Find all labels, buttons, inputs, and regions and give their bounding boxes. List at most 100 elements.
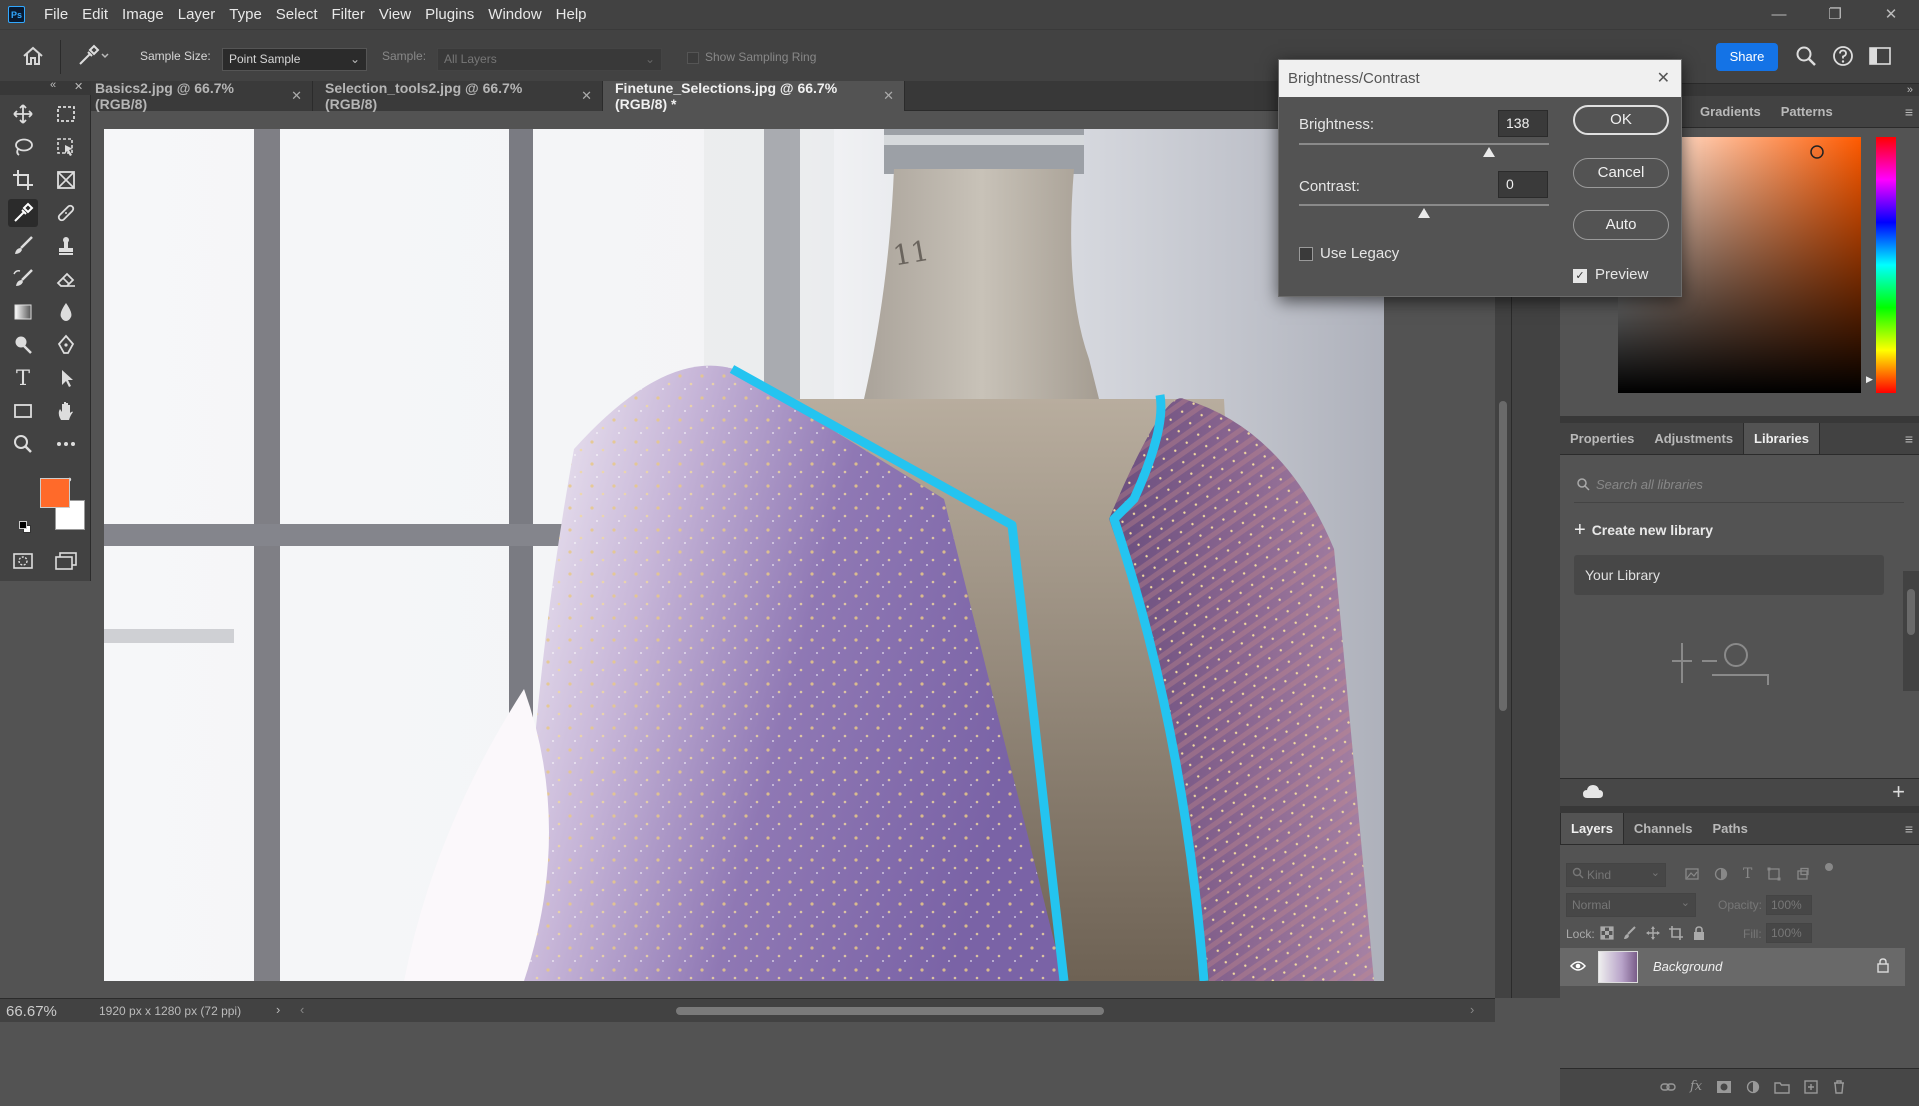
- library-search[interactable]: Search all libraries: [1574, 467, 1904, 503]
- tab-channels[interactable]: Channels: [1624, 813, 1703, 844]
- layer-filter-kind-select[interactable]: Kind ⌄: [1566, 863, 1666, 887]
- tab-selection-tools2[interactable]: Selection_tools2.jpg @ 66.7% (RGB/8) ✕: [313, 80, 603, 112]
- lock-position-icon[interactable]: [1646, 926, 1660, 943]
- path-selection-tool-icon[interactable]: [51, 364, 81, 392]
- pen-tool-icon[interactable]: [51, 331, 81, 359]
- delete-layer-icon[interactable]: [1832, 1080, 1846, 1097]
- horizontal-scrollbar-thumb[interactable]: [676, 1007, 1104, 1015]
- libraries-scrollbar[interactable]: [1903, 571, 1919, 691]
- marquee-tool-icon[interactable]: [51, 100, 81, 128]
- ok-button[interactable]: OK: [1573, 105, 1669, 135]
- new-group-icon[interactable]: [1774, 1080, 1790, 1097]
- document-canvas[interactable]: 11: [104, 129, 1384, 981]
- tab-libraries[interactable]: Libraries: [1743, 423, 1820, 454]
- show-sampling-ring-checkbox[interactable]: [687, 52, 699, 64]
- workspace-icon[interactable]: [1869, 46, 1891, 69]
- home-icon[interactable]: [22, 46, 44, 69]
- menu-edit[interactable]: Edit: [75, 0, 115, 29]
- layer-row-background[interactable]: Background: [1560, 948, 1905, 986]
- create-new-library-button[interactable]: + Create new library: [1574, 520, 1713, 540]
- object-selection-tool-icon[interactable]: [51, 133, 81, 161]
- tab-gradients[interactable]: Gradients: [1690, 96, 1771, 127]
- close-tab-icon[interactable]: ✕: [291, 88, 302, 104]
- close-tab-icon[interactable]: ✕: [883, 88, 894, 104]
- tab-finetune-selections[interactable]: Finetune_Selections.jpg @ 66.7% (RGB/8) …: [603, 80, 905, 112]
- filter-adjustment-icon[interactable]: [1714, 867, 1728, 884]
- fx-icon[interactable]: fx: [1690, 1080, 1702, 1097]
- tab-layers[interactable]: Layers: [1560, 813, 1624, 844]
- new-layer-icon[interactable]: [1804, 1080, 1818, 1097]
- scroll-left-icon[interactable]: ‹: [300, 1002, 304, 1017]
- eyedropper-tool-preset-icon[interactable]: [76, 44, 110, 71]
- tab-basics2[interactable]: Basics2.jpg @ 66.7% (RGB/8) ✕: [91, 80, 313, 112]
- zoom-tool-icon[interactable]: [8, 430, 38, 458]
- menu-window[interactable]: Window: [481, 0, 548, 29]
- brightness-slider-thumb[interactable]: [1483, 147, 1495, 157]
- link-layers-icon[interactable]: [1660, 1080, 1676, 1097]
- share-button[interactable]: Share: [1716, 43, 1778, 71]
- clone-stamp-tool-icon[interactable]: [51, 232, 81, 260]
- contrast-input[interactable]: 0: [1498, 171, 1548, 198]
- menu-help[interactable]: Help: [549, 0, 594, 29]
- library-item[interactable]: Your Library: [1574, 555, 1884, 595]
- dodge-tool-icon[interactable]: [8, 331, 38, 359]
- auto-button[interactable]: Auto: [1573, 210, 1669, 240]
- menu-layer[interactable]: Layer: [171, 0, 223, 29]
- visibility-eye-icon[interactable]: [1570, 959, 1586, 976]
- zoom-level[interactable]: 66.67%: [6, 1003, 57, 1020]
- search-icon[interactable]: [1795, 45, 1817, 70]
- menu-select[interactable]: Select: [269, 0, 325, 29]
- eraser-tool-icon[interactable]: [51, 265, 81, 293]
- opacity-input[interactable]: 100%: [1766, 895, 1812, 915]
- hand-tool-icon[interactable]: [51, 397, 81, 425]
- sample-select[interactable]: All Layers ⌄: [437, 48, 662, 71]
- panel-menu-icon[interactable]: ≡: [1905, 104, 1913, 120]
- blend-mode-select[interactable]: Normal ⌄: [1566, 893, 1696, 917]
- filter-pixel-icon[interactable]: [1685, 867, 1699, 884]
- crop-tool-icon[interactable]: [8, 166, 38, 194]
- menu-filter[interactable]: Filter: [325, 0, 372, 29]
- fill-input[interactable]: 100%: [1766, 923, 1812, 943]
- more-tools-icon[interactable]: [51, 430, 81, 458]
- screen-mode-icon[interactable]: [54, 551, 78, 574]
- lock-image-pixels-icon[interactable]: [1623, 926, 1637, 943]
- tab-adjustments[interactable]: Adjustments: [1644, 423, 1743, 454]
- menu-plugins[interactable]: Plugins: [418, 0, 481, 29]
- rectangle-tool-icon[interactable]: [8, 397, 38, 425]
- filter-type-icon[interactable]: T: [1743, 867, 1752, 884]
- add-element-icon[interactable]: +: [1892, 779, 1905, 805]
- use-legacy-checkbox[interactable]: [1299, 247, 1313, 261]
- libraries-scrollbar-thumb[interactable]: [1907, 589, 1915, 635]
- default-colors-icon[interactable]: [19, 521, 31, 533]
- contrast-slider-thumb[interactable]: [1418, 208, 1430, 218]
- scrollbar-thumb[interactable]: [1499, 401, 1507, 711]
- menu-type[interactable]: Type: [222, 0, 269, 29]
- status-menu-arrow-icon[interactable]: ›: [276, 1002, 280, 1017]
- move-tool-icon[interactable]: [8, 100, 38, 128]
- scroll-right-icon[interactable]: ›: [1470, 1002, 1474, 1017]
- lock-artboard-icon[interactable]: [1669, 926, 1683, 943]
- hue-slider[interactable]: [1876, 137, 1896, 393]
- menu-image[interactable]: Image: [115, 0, 171, 29]
- brush-tool-icon[interactable]: [8, 232, 38, 260]
- library-search-input[interactable]: Search all libraries: [1596, 477, 1703, 492]
- gradient-tool-icon[interactable]: [8, 298, 38, 326]
- lasso-tool-icon[interactable]: [8, 133, 38, 161]
- collapse-icon[interactable]: «: [50, 79, 56, 91]
- close-window-button[interactable]: ✕: [1863, 0, 1919, 29]
- filter-smart-object-icon[interactable]: [1796, 867, 1810, 884]
- filter-shape-icon[interactable]: [1767, 867, 1781, 884]
- expand-panels-icon[interactable]: »: [1907, 84, 1913, 96]
- foreground-color-swatch[interactable]: [40, 478, 70, 508]
- panel-menu-icon[interactable]: ≡: [1905, 431, 1913, 447]
- menu-file[interactable]: File: [37, 0, 75, 29]
- eyedropper-tool-icon[interactable]: [8, 199, 38, 227]
- contrast-slider-track[interactable]: [1299, 204, 1549, 206]
- lock-all-icon[interactable]: [1692, 926, 1706, 943]
- tab-properties[interactable]: Properties: [1560, 423, 1644, 454]
- healing-brush-tool-icon[interactable]: [51, 199, 81, 227]
- new-adjustment-layer-icon[interactable]: [1746, 1080, 1760, 1097]
- filter-toggle-icon[interactable]: [1825, 863, 1834, 871]
- menu-view[interactable]: View: [372, 0, 418, 29]
- close-icon[interactable]: ✕: [74, 80, 83, 93]
